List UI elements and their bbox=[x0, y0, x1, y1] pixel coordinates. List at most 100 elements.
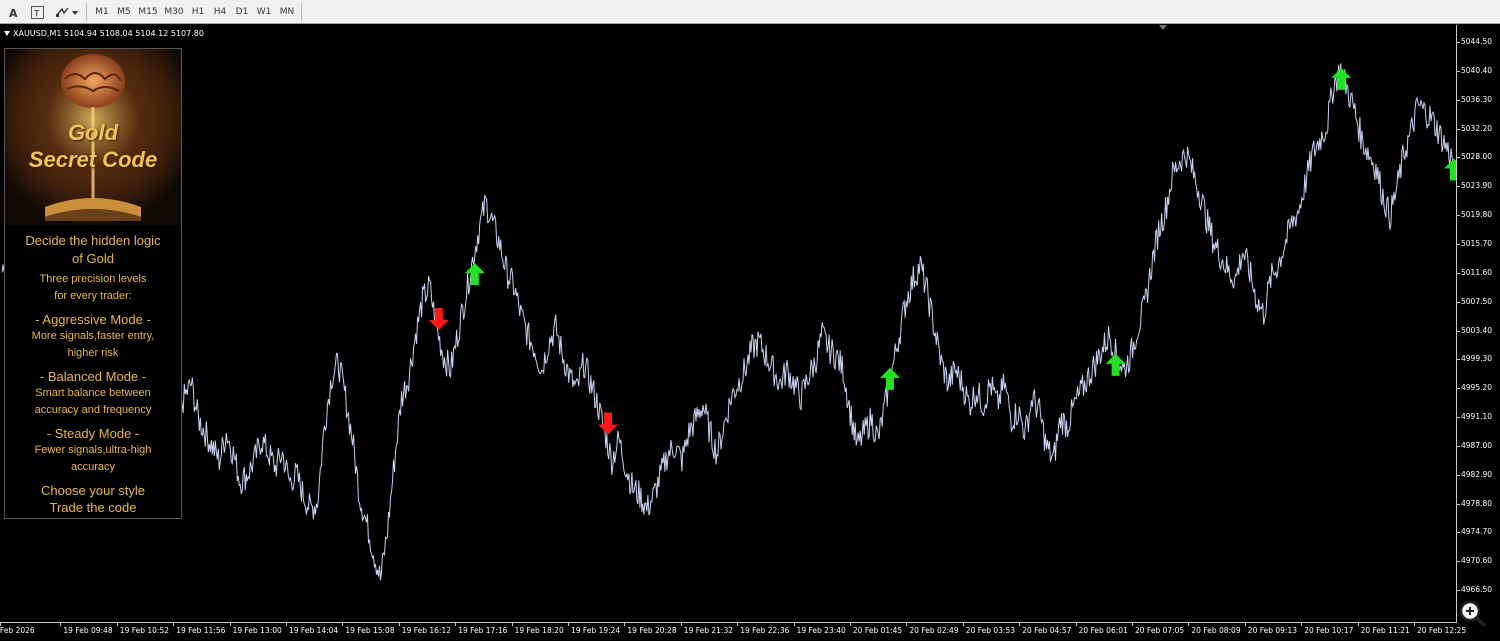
steady-mode-title: - Steady Mode - bbox=[46, 426, 140, 441]
time-label: 19 Feb 16:12 bbox=[401, 626, 452, 635]
price-label: 5003.40 bbox=[1461, 325, 1493, 335]
panel-line4: for every trader: bbox=[54, 290, 132, 302]
aggressive-mode-desc1: More signals,faster entry, bbox=[31, 330, 155, 342]
price-label: 5019.80 bbox=[1461, 210, 1493, 220]
price-label: 4966.50 bbox=[1461, 585, 1493, 595]
time-tick bbox=[962, 622, 964, 626]
time-label: 19 Feb 23:40 bbox=[796, 626, 846, 635]
price-tick bbox=[1456, 532, 1460, 534]
indicator-info-panel: Gold Secret Code Decide the hidden logic… bbox=[4, 48, 182, 519]
balanced-mode-desc1: Smart balance between bbox=[35, 387, 151, 399]
price-label: 4982.90 bbox=[1461, 469, 1493, 479]
time-tick bbox=[286, 622, 287, 626]
time-label: 19 Feb 14:04 bbox=[289, 626, 339, 635]
price-chart[interactable] bbox=[0, 0, 1456, 622]
aggressive-mode-title: - Aggressive Mode - bbox=[35, 312, 151, 327]
time-tick bbox=[1357, 622, 1359, 626]
time-label: 20 Feb 06:01 bbox=[1078, 626, 1128, 635]
price-tick bbox=[1456, 388, 1460, 390]
time-tick bbox=[342, 622, 344, 626]
time-tick bbox=[1132, 622, 1133, 626]
price-tick bbox=[1456, 272, 1460, 274]
panel-line2: of Gold bbox=[72, 251, 114, 266]
time-tick bbox=[116, 622, 118, 626]
panel-line1: Decide the hidden logic bbox=[25, 233, 161, 248]
banner-title-line2: Secret Code bbox=[28, 147, 158, 172]
time-tick bbox=[1301, 622, 1303, 626]
time-tick bbox=[455, 622, 457, 626]
price-tick bbox=[1456, 301, 1460, 303]
time-label: 20 Feb 02:49 bbox=[909, 626, 959, 635]
banner-title-line1: Gold bbox=[67, 120, 119, 145]
price-tick bbox=[1456, 243, 1460, 245]
time-label: 19 Feb 18:20 bbox=[514, 626, 564, 635]
price-tick bbox=[1456, 157, 1460, 159]
steady-mode-desc2: accuracy bbox=[70, 461, 116, 473]
time-tick bbox=[229, 622, 231, 626]
time-tick bbox=[1244, 622, 1246, 626]
time-label: 19 Feb 19:24 bbox=[571, 626, 621, 635]
time-label: 19 Feb 21:32 bbox=[683, 626, 734, 635]
price-tick bbox=[1456, 330, 1460, 332]
price-label: 4970.60 bbox=[1461, 556, 1493, 566]
time-tick bbox=[850, 622, 851, 626]
balanced-mode-desc2: accuracy and frequency bbox=[34, 404, 152, 416]
price-tick bbox=[1456, 474, 1460, 476]
balanced-mode-title: - Balanced Mode - bbox=[39, 369, 147, 384]
price-label: 5040.40 bbox=[1461, 65, 1493, 75]
time-tick bbox=[1188, 622, 1190, 626]
time-tick bbox=[511, 622, 513, 626]
buy-signal-arrow-icon[interactable] bbox=[880, 367, 900, 390]
price-tick bbox=[1456, 42, 1460, 43]
price-tick bbox=[1456, 561, 1460, 563]
steady-mode-desc1: Fewer signals,ultra-high bbox=[34, 444, 152, 456]
price-label: 4995.20 bbox=[1461, 383, 1493, 393]
time-axis bbox=[0, 622, 1456, 623]
price-tick bbox=[1456, 445, 1460, 447]
price-label: 4974.70 bbox=[1461, 527, 1493, 537]
price-label: 5044.50 bbox=[1461, 37, 1493, 46]
price-tick bbox=[1456, 417, 1460, 419]
price-label: 5011.60 bbox=[1461, 267, 1493, 277]
time-tick bbox=[680, 622, 682, 626]
time-tick bbox=[624, 622, 626, 626]
price-label: 4978.80 bbox=[1461, 498, 1493, 508]
price-label: 5023.90 bbox=[1461, 181, 1493, 191]
time-tick bbox=[398, 622, 400, 626]
price-label: 5015.70 bbox=[1461, 238, 1493, 248]
price-tick bbox=[1456, 503, 1460, 505]
time-label: 20 Feb 04:57 bbox=[1022, 626, 1072, 635]
price-tick bbox=[1456, 99, 1460, 101]
time-tick bbox=[1414, 622, 1415, 626]
price-tick bbox=[1456, 215, 1460, 217]
price-tick bbox=[1456, 128, 1460, 130]
time-label: 19 Feb 11:56 bbox=[176, 626, 226, 635]
time-tick bbox=[906, 622, 908, 626]
time-tick bbox=[568, 622, 569, 626]
time-label: 19 Feb 20:28 bbox=[627, 626, 677, 635]
price-tick bbox=[1456, 359, 1460, 361]
time-label: 19 Feb 13:00 bbox=[232, 626, 282, 635]
price-label: 5007.50 bbox=[1461, 296, 1493, 306]
time-label: 20 Feb 07:05 bbox=[1135, 626, 1185, 635]
time-label: 20 Feb 09:13 bbox=[1247, 626, 1298, 635]
time-tick bbox=[793, 622, 795, 626]
time-tick bbox=[737, 622, 739, 626]
price-tick bbox=[1456, 590, 1460, 592]
sell-signal-arrow-icon[interactable] bbox=[428, 307, 449, 330]
zoom-magnifier-icon[interactable] bbox=[1457, 598, 1487, 628]
price-label: 5036.30 bbox=[1461, 94, 1493, 104]
time-tick bbox=[1019, 622, 1021, 626]
time-label: 19 Feb 2026 bbox=[0, 626, 35, 635]
price-label: 4991.10 bbox=[1461, 412, 1493, 422]
aggressive-mode-desc2: higher risk bbox=[67, 347, 119, 359]
cta-line1: Choose your style bbox=[40, 483, 146, 498]
price-label: 5028.00 bbox=[1461, 152, 1493, 162]
time-tick bbox=[60, 622, 62, 626]
time-label: 19 Feb 15:08 bbox=[345, 626, 395, 635]
price-label: 4987.00 bbox=[1461, 440, 1493, 450]
price-label: 5032.20 bbox=[1461, 123, 1493, 133]
time-tick bbox=[173, 622, 175, 626]
time-label: 19 Feb 17:16 bbox=[458, 626, 508, 635]
sell-signal-arrow-icon[interactable] bbox=[598, 412, 618, 435]
